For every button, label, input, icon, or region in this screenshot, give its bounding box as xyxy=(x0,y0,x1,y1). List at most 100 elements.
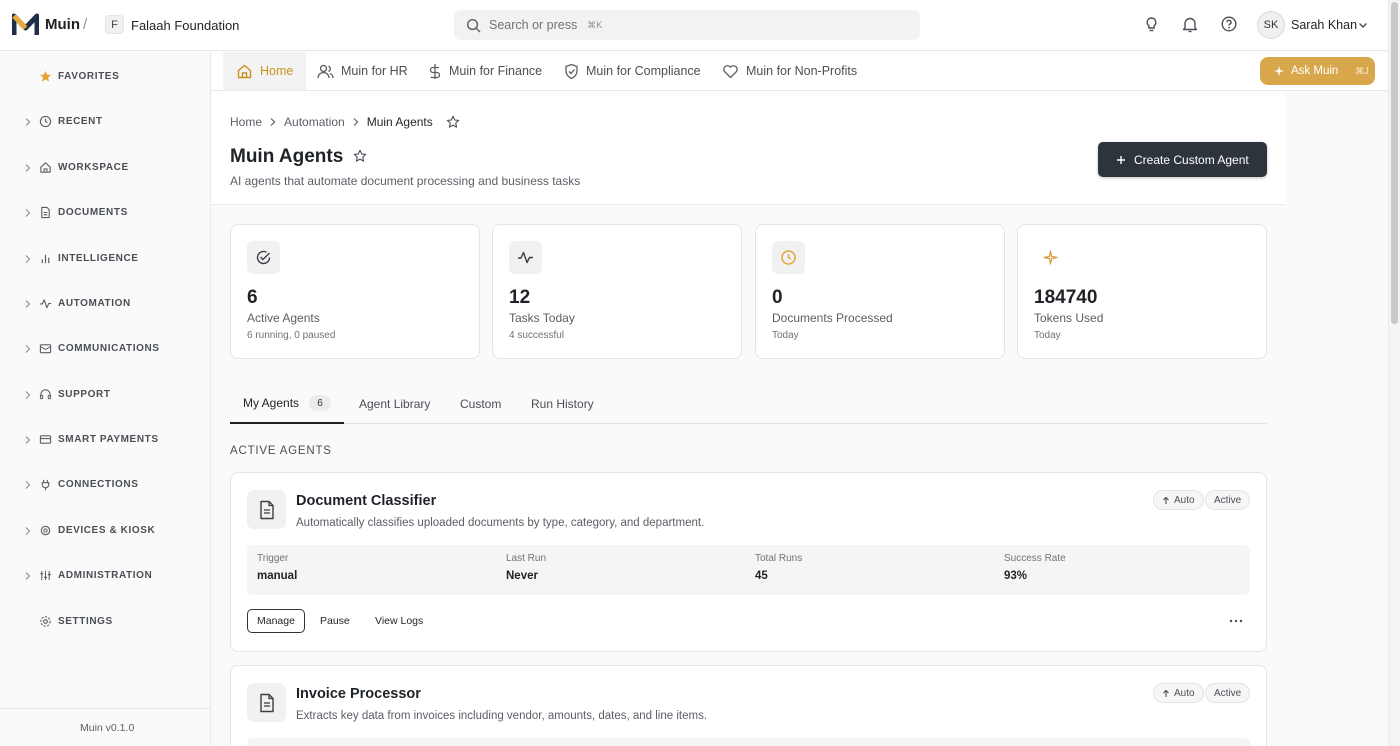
status-badge: Active xyxy=(1205,683,1251,703)
ask-muin-shortcut: ⌘J xyxy=(1355,65,1369,76)
heart-icon xyxy=(723,64,738,78)
user-avatar[interactable]: SK xyxy=(1257,11,1285,39)
pause-button[interactable]: Pause xyxy=(320,609,350,633)
stat-label: Active Agents xyxy=(247,311,320,325)
sidebar-item-label: FAVORITES xyxy=(58,71,120,82)
app-logo[interactable]: Muin xyxy=(12,12,80,37)
document-icon xyxy=(247,490,286,529)
metric-label: Total Runs xyxy=(755,553,803,564)
sidebar-item-documents[interactable]: DOCUMENTS xyxy=(0,203,210,223)
star-outline-icon[interactable] xyxy=(353,149,367,163)
sidebar-item-smart-payments[interactable]: SMART PAYMENTS xyxy=(0,430,210,450)
org-name[interactable]: Falaah Foundation xyxy=(131,18,239,33)
arrow-up-icon xyxy=(1163,496,1169,504)
sidebar-item-intelligence[interactable]: INTELLIGENCE xyxy=(0,249,210,269)
ask-muin-label: Ask Muin xyxy=(1291,65,1339,77)
agent-name[interactable]: Invoice Processor xyxy=(296,686,421,702)
sidebar: FAVORITES RECENT WORKSPACE DOCUMENTS INT… xyxy=(0,52,211,746)
tab-agent-library[interactable]: Agent Library xyxy=(359,384,430,424)
nav-tab-compliance[interactable]: Muin for Compliance xyxy=(564,52,701,90)
star-outline-icon[interactable] xyxy=(446,115,460,129)
nav-tab-hr[interactable]: Muin for HR xyxy=(317,52,408,90)
agent-card: Invoice Processor Extracts key data from… xyxy=(230,665,1267,746)
view-logs-button[interactable]: View Logs xyxy=(375,609,423,633)
ask-muin-button[interactable]: Ask Muin ⌘J xyxy=(1260,57,1375,85)
nav-tab-label: Home xyxy=(260,64,294,78)
sidebar-item-settings[interactable]: SETTINGS xyxy=(0,612,210,632)
chevron-right-icon xyxy=(25,118,31,126)
sidebar-item-workspace[interactable]: WORKSPACE xyxy=(0,158,210,178)
sidebar-item-label: CONNECTIONS xyxy=(58,479,139,490)
chevron-right-icon xyxy=(25,527,31,535)
users-icon xyxy=(317,64,334,78)
tab-my-agents[interactable]: My Agents 6 xyxy=(230,384,345,424)
agent-metrics: Trigger manual Last Run Never Total Runs… xyxy=(247,545,1250,595)
tab-custom[interactable]: Custom xyxy=(460,384,501,424)
sidebar-item-devices-kiosk[interactable]: DEVICES & KIOSK xyxy=(0,521,210,541)
bell-icon[interactable] xyxy=(1182,16,1198,33)
create-custom-agent-button[interactable]: Create Custom Agent xyxy=(1098,142,1267,177)
sidebar-footer: Muin v0.1.0 xyxy=(0,708,210,746)
metric-value: 45 xyxy=(755,570,768,582)
agent-description: Extracts key data from invoices includin… xyxy=(296,710,708,722)
tab-run-history[interactable]: Run History xyxy=(531,384,594,424)
headset-icon xyxy=(39,389,52,400)
sidebar-item-label: SMART PAYMENTS xyxy=(58,434,159,445)
breadcrumb-automation[interactable]: Automation xyxy=(284,115,345,129)
search-input[interactable]: Search or press ⌘K xyxy=(454,10,920,40)
chevron-right-icon xyxy=(25,300,31,308)
breadcrumb-home[interactable]: Home xyxy=(230,115,262,129)
stat-value: 184740 xyxy=(1034,287,1098,308)
user-name[interactable]: Sarah Khan xyxy=(1291,18,1357,32)
nav-tab-non-profits[interactable]: Muin for Non-Profits xyxy=(722,52,857,90)
status-badge: Active xyxy=(1205,490,1251,510)
page-title: Muin Agents xyxy=(230,146,344,167)
more-horizontal-icon[interactable] xyxy=(1229,619,1243,623)
metric-value: Never xyxy=(506,570,538,582)
metric-success-rate: Success Rate 93% xyxy=(1004,553,1066,582)
page-scrollbar[interactable] xyxy=(1388,0,1400,746)
chevron-right-icon xyxy=(25,255,31,263)
scrollbar-thumb[interactable] xyxy=(1391,2,1398,324)
home-icon xyxy=(237,64,252,78)
search-placeholder: Search or press xyxy=(489,18,578,32)
tab-label: My Agents xyxy=(243,396,300,410)
metric-label: Trigger xyxy=(257,553,289,564)
check-circle-icon xyxy=(247,241,280,274)
agent-card: Document Classifier Automatically classi… xyxy=(230,472,1267,652)
section-heading: ACTIVE AGENTS xyxy=(230,445,332,457)
sidebar-item-support[interactable]: SUPPORT xyxy=(0,385,210,405)
sidebar-item-connections[interactable]: CONNECTIONS xyxy=(0,475,210,495)
stat-value: 0 xyxy=(772,287,783,308)
sidebar-item-administration[interactable]: ADMINISTRATION xyxy=(0,566,210,586)
sidebar-item-label: ADMINISTRATION xyxy=(58,570,153,581)
nav-tab-home[interactable]: Home xyxy=(223,52,307,90)
clock-icon xyxy=(772,241,805,274)
manage-button[interactable]: Manage xyxy=(247,609,305,633)
metric-label: Success Rate xyxy=(1004,553,1066,564)
sidebar-item-label: COMMUNICATIONS xyxy=(58,343,160,354)
sidebar-item-favorites[interactable]: FAVORITES xyxy=(0,67,210,87)
mode-label: Auto xyxy=(1174,687,1195,699)
org-avatar[interactable]: F xyxy=(105,15,124,34)
nav-tab-finance[interactable]: Muin for Finance xyxy=(428,52,542,90)
help-icon[interactable] xyxy=(1221,16,1237,32)
nav-tab-label: Muin for Compliance xyxy=(586,64,701,78)
stat-sub: 6 running, 0 paused xyxy=(247,330,336,341)
breadcrumb-current: Muin Agents xyxy=(366,115,433,129)
metric-trigger: Trigger manual xyxy=(257,553,297,582)
agent-name[interactable]: Document Classifier xyxy=(296,493,436,509)
search-shortcut: ⌘K xyxy=(587,19,603,30)
chevron-right-icon xyxy=(25,164,31,172)
mail-icon xyxy=(39,344,52,354)
sidebar-item-communications[interactable]: COMMUNICATIONS xyxy=(0,339,210,359)
arrow-up-icon xyxy=(1163,689,1169,697)
lightbulb-icon[interactable] xyxy=(1144,16,1159,33)
breadcrumb-separator: / xyxy=(83,16,88,33)
dollar-icon xyxy=(429,63,441,79)
sidebar-item-recent[interactable]: RECENT xyxy=(0,112,210,132)
chevron-down-icon[interactable] xyxy=(1357,19,1369,31)
tab-label: Run History xyxy=(531,397,594,411)
bar-chart-icon xyxy=(41,254,50,264)
sidebar-item-automation[interactable]: AUTOMATION xyxy=(0,294,210,314)
